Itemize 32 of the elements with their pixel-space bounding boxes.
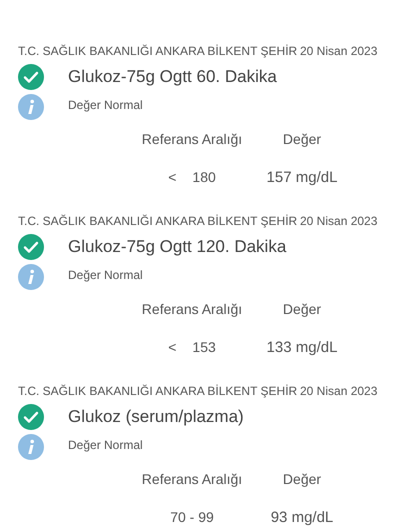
result-date: 20 Nisan 2023 [300,44,378,58]
info-icon [18,264,44,290]
result-value: 133 mg/dL [266,338,338,356]
hospital-name: T.C. SAĞLIK BAKANLIĞI ANKARA BİLKENT ŞEHİR [18,44,298,58]
reference-range: 70 - 99 [170,509,214,525]
value-label: Değer [282,471,322,487]
hospital-name: T.C. SAĞLIK BAKANLIĞI ANKARA BİLKENT ŞEHİR [18,214,298,228]
check-icon [18,234,44,260]
reference-range: 153 [192,339,216,355]
result-date: 20 Nisan 2023 [300,214,378,228]
reference-range: 180 [192,169,216,185]
value-label: Değer [282,131,322,147]
result-value: 157 mg/dL [266,168,338,186]
test-name: Glukoz (serum/plazma) [68,407,244,427]
hospital-name: T.C. SAĞLIK BAKANLIĞI ANKARA BİLKENT ŞEHİR [18,384,298,398]
reference-label: Referans Aralığı [142,301,242,317]
info-icon [18,434,44,460]
check-icon [18,404,44,430]
reference-label: Referans Aralığı [142,131,242,147]
test-name: Glukoz-75g Ogtt 60. Dakika [68,67,277,87]
status-text: Değer Normal [68,268,143,282]
status-text: Değer Normal [68,438,143,452]
test-name: Glukoz-75g Ogtt 120. Dakika [68,237,286,257]
result-date: 20 Nisan 2023 [300,384,378,398]
result-value: 93 mg/dL [270,508,334,526]
check-icon [18,64,44,90]
info-icon [18,94,44,120]
reference-label: Referans Aralığı [142,471,242,487]
status-text: Değer Normal [68,98,143,112]
value-label: Değer [282,301,322,317]
operator-sign: < [168,169,176,185]
operator-sign: < [168,339,176,355]
